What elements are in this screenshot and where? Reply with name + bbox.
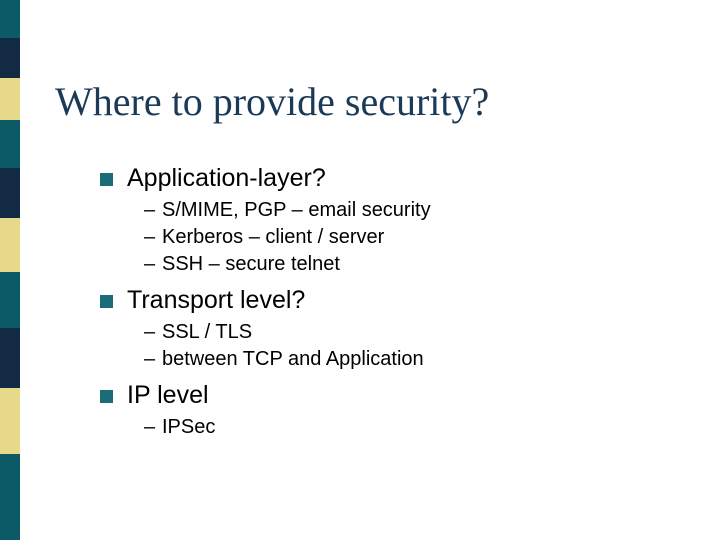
sub-bullet: –SSL / TLS [144,319,660,346]
sub-bullet-text: between TCP and Application [162,348,424,370]
slide-body: Application-layer? –S/MIME, PGP – email … [100,158,660,449]
bullet-text: Transport level? [127,286,305,315]
deco-stripe [0,218,20,272]
sub-list: –SSL / TLS –between TCP and Application [144,319,660,373]
sub-bullet: –IPSec [144,414,660,441]
sub-list: –IPSec [144,414,660,441]
sub-bullet: –SSH – secure telnet [144,251,660,278]
sub-bullet: –Kerberos – client / server [144,224,660,251]
sub-bullet-text: Kerberos – client / server [162,226,384,248]
sub-bullet: –S/MIME, PGP – email security [144,197,660,224]
deco-stripe [0,454,20,540]
sub-bullet-text: S/MIME, PGP – email security [162,199,431,221]
bullet-level1: Application-layer? [100,164,660,193]
deco-stripe [0,38,20,78]
deco-stripe [0,272,20,328]
sub-bullet-text: SSL / TLS [162,321,252,343]
sub-bullet-text: IPSec [162,416,215,438]
square-bullet-icon [100,173,113,186]
deco-stripe [0,328,20,388]
sub-list: –S/MIME, PGP – email security –Kerberos … [144,197,660,278]
square-bullet-icon [100,390,113,403]
deco-stripe [0,120,20,168]
square-bullet-icon [100,295,113,308]
sub-bullet: –between TCP and Application [144,346,660,373]
slide-title: Where to provide security? [55,78,489,125]
deco-stripe [0,168,20,218]
bullet-level1: IP level [100,381,660,410]
bullet-level1: Transport level? [100,286,660,315]
deco-stripe [0,78,20,120]
bullet-text: IP level [127,381,209,410]
sub-bullet-text: SSH – secure telnet [162,253,340,275]
slide: Where to provide security? Application-l… [0,0,720,540]
bullet-text: Application-layer? [127,164,326,193]
deco-stripe [0,388,20,454]
deco-stripe [0,0,20,38]
